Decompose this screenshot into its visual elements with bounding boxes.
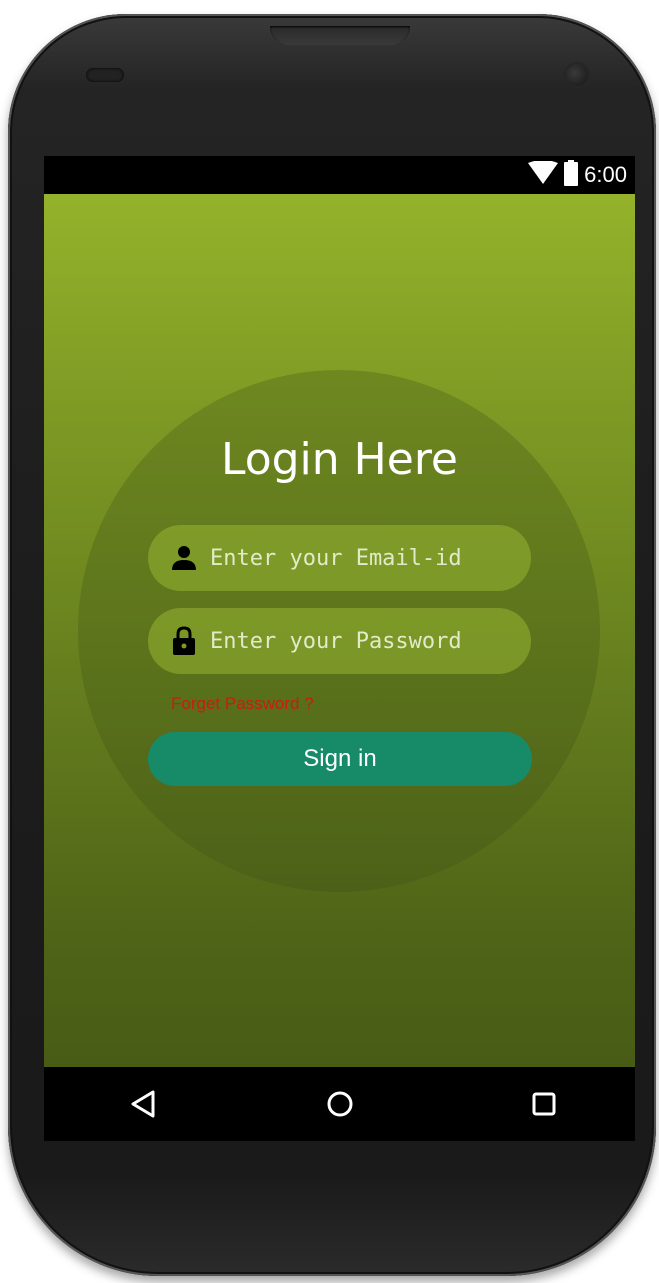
battery-icon: [564, 159, 579, 191]
back-triangle-icon[interactable]: [126, 1087, 160, 1121]
status-icons: 6:00: [528, 159, 627, 191]
login-screen: Login Here Forget Password ? Sign i: [44, 194, 635, 1067]
password-input[interactable]: [210, 628, 510, 654]
device-screen: 6:00 Login Here Fo: [44, 156, 635, 1141]
password-field-container[interactable]: [148, 608, 531, 674]
wifi-icon: [528, 159, 559, 190]
earpiece-speaker: [270, 26, 410, 46]
home-circle-icon[interactable]: [323, 1087, 357, 1121]
person-icon: [170, 543, 198, 573]
status-time: 6:00: [584, 162, 627, 187]
email-input[interactable]: [210, 545, 510, 571]
status-bar: 6:00: [44, 156, 635, 194]
front-camera: [566, 64, 588, 86]
forgot-password-link[interactable]: Forget Password ?: [171, 694, 314, 714]
sign-in-button[interactable]: Sign in: [148, 732, 532, 786]
proximity-sensor: [86, 68, 124, 82]
navigation-bar: [44, 1067, 635, 1141]
lock-icon: [170, 626, 198, 656]
recents-square-icon[interactable]: [527, 1087, 561, 1121]
page-title: Login Here: [220, 434, 459, 485]
email-field-container[interactable]: [148, 525, 531, 591]
